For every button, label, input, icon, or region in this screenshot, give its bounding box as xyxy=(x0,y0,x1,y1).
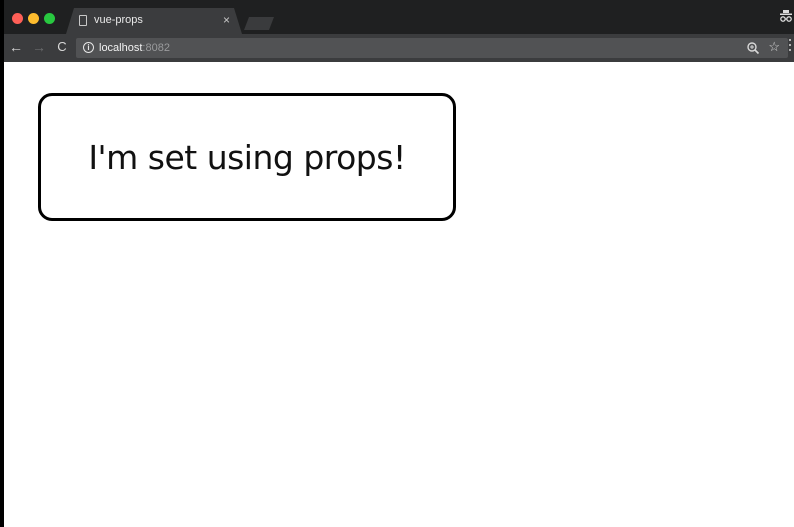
url-text: localhost:8082 xyxy=(99,41,170,55)
tab-vue-props[interactable]: vue-props × xyxy=(66,8,242,34)
info-icon[interactable]: i xyxy=(83,42,94,53)
reload-icon[interactable]: C xyxy=(54,39,70,55)
browser-toolbar: ← → C i localhost:8082 ☆ xyxy=(4,34,794,62)
tab-title: vue-props xyxy=(94,14,143,26)
url-port: :8082 xyxy=(142,42,170,54)
address-bar[interactable]: i localhost:8082 ☆ xyxy=(76,38,788,58)
page-icon xyxy=(79,15,87,26)
new-tab-button[interactable] xyxy=(244,17,274,30)
back-arrow-icon[interactable]: ← xyxy=(8,39,24,55)
menu-icon[interactable] xyxy=(788,39,792,55)
bookmark-star-icon[interactable]: ☆ xyxy=(768,39,780,55)
zoom-icon[interactable] xyxy=(746,41,760,55)
forward-arrow-icon[interactable]: → xyxy=(31,39,47,55)
window-maximize-button[interactable] xyxy=(44,13,55,24)
browser-window: vue-props × ← → C i localhost:8082 ☆ I'm… xyxy=(0,0,794,527)
tab-close-icon[interactable]: × xyxy=(223,13,230,27)
incognito-icon xyxy=(780,10,792,22)
page-content: I'm set using props! xyxy=(4,62,794,527)
message-box: I'm set using props! xyxy=(38,93,456,221)
message-text: I'm set using props! xyxy=(88,137,406,177)
url-host: localhost xyxy=(99,42,143,54)
window-close-button[interactable] xyxy=(12,13,23,24)
window-minimize-button[interactable] xyxy=(28,13,39,24)
tab-strip: vue-props × xyxy=(4,0,794,34)
